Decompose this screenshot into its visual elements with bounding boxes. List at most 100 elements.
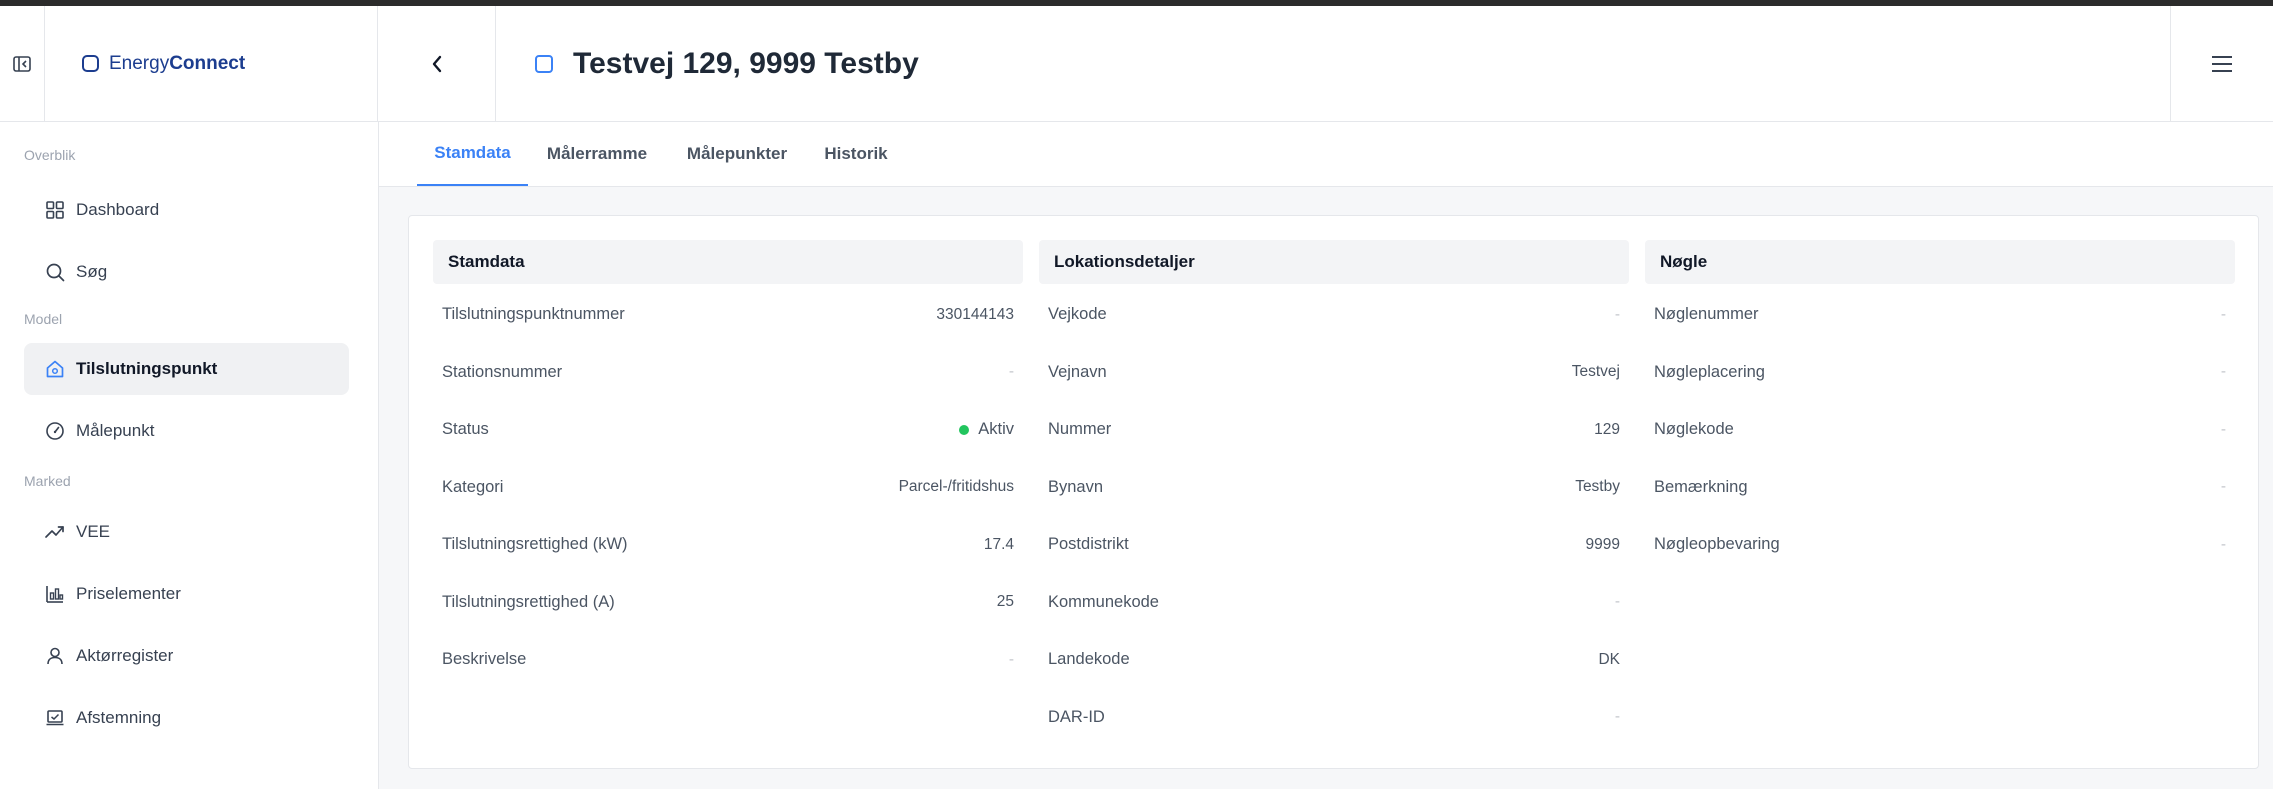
field-row: Nøglenummer - <box>1645 286 2235 344</box>
hamburger-menu-icon <box>2212 55 2232 72</box>
field-label: Kategori <box>442 477 504 496</box>
status-text: Aktiv <box>978 420 1014 439</box>
field-label: Postdistrikt <box>1048 535 1129 554</box>
field-row: Postdistrikt 9999 <box>1039 516 1629 574</box>
sidebar-item-label: Aktørregister <box>76 646 174 665</box>
sidebar-item-priselementer[interactable]: Priselementer <box>24 568 349 620</box>
logo-text: EnergyConnect <box>109 52 246 74</box>
grid-icon <box>44 199 66 221</box>
sidebar-item-soeg[interactable]: Søg <box>24 246 349 298</box>
field-label: Bynavn <box>1048 477 1104 496</box>
field-label: Tilslutningsrettighed (A) <box>442 592 615 611</box>
field-value: - <box>2220 535 2226 553</box>
field-row: Kommunekode - <box>1039 574 1629 632</box>
sidebar-item-vee[interactable]: VEE <box>24 506 349 558</box>
field-row: DAR-ID - <box>1039 689 1629 747</box>
field-value: - <box>2220 363 2226 381</box>
field-row: Nøgleplacering - <box>1645 344 2235 402</box>
field-row: Kategori Parcel-/fritidshus <box>433 459 1023 517</box>
field-row: Beskrivelse - <box>433 631 1023 689</box>
sidebar-item-tilslutningspunkt[interactable]: Tilslutningspunkt <box>24 343 349 395</box>
field-value: 9999 <box>1585 535 1620 553</box>
search-icon <box>44 261 66 283</box>
field-row: Tilslutningspunktnummer 330144143 <box>433 286 1023 344</box>
field-label: Nøglenummer <box>1654 305 1759 324</box>
sidebar: Overblik Dashboard Søg Model Tilslutning… <box>0 122 379 789</box>
field-row: Landekode DK <box>1039 631 1629 689</box>
field-label: Bemærkning <box>1654 477 1748 496</box>
sidebar-item-label: Dashboard <box>76 200 160 219</box>
panel-title: Nøgle <box>1645 240 2235 284</box>
field-value: - <box>2220 478 2226 496</box>
field-value: 129 <box>1594 420 1620 438</box>
sidebar-item-label: Målepunkt <box>76 421 155 440</box>
menu-button[interactable] <box>2171 6 2273 121</box>
field-label: Vejkode <box>1048 305 1107 324</box>
field-value: - <box>1614 593 1620 611</box>
field-value: - <box>1614 305 1620 323</box>
field-row: Vejkode - <box>1039 286 1629 344</box>
sidebar-item-aktoerregister[interactable]: Aktørregister <box>24 630 349 682</box>
field-row: Bynavn Testby <box>1039 459 1629 517</box>
field-value: 25 <box>996 593 1014 611</box>
field-value: Testvej <box>1571 363 1620 381</box>
sidebar-item-afstemning[interactable]: Afstemning <box>24 692 349 744</box>
field-label: Status <box>442 420 489 439</box>
sidebar-item-label: Søg <box>76 262 108 281</box>
collapse-sidebar-button[interactable] <box>0 6 45 121</box>
field-row: Stationsnummer - <box>433 344 1023 402</box>
field-label: DAR-ID <box>1048 707 1105 726</box>
tab-maalepunkter[interactable]: Målepunkter <box>674 122 800 186</box>
field-value: - <box>2220 420 2226 438</box>
sidebar-item-label: Afstemning <box>76 708 162 727</box>
section-label-marked: Marked <box>24 473 71 489</box>
sidebar-item-dashboard[interactable]: Dashboard <box>24 184 349 236</box>
back-button[interactable] <box>378 6 496 121</box>
field-row: Tilslutningsrettighed (kW) 17.4 <box>433 516 1023 574</box>
field-row: Nummer 129 <box>1039 401 1629 459</box>
logo[interactable]: EnergyConnect <box>44 6 378 121</box>
field-label: Tilslutningspunktnummer <box>442 305 625 324</box>
tab-maalerramme[interactable]: Målerramme <box>539 122 655 186</box>
field-value: DK <box>1598 650 1620 668</box>
user-icon <box>44 645 66 667</box>
field-label: Nøgleplacering <box>1654 362 1765 381</box>
logo-mark-icon <box>82 55 99 72</box>
panel-stamdata: Stamdata Tilslutningspunktnummer 33014414… <box>433 240 1023 704</box>
panel-noegle: Nøgle Nøglenummer - Nøgleplacering - Nøgle… <box>1645 240 2235 589</box>
tab-bar: Stamdata Målerramme Målepunkter Historik <box>379 122 2273 187</box>
status-badge: Aktiv <box>959 420 1014 439</box>
field-row: Tilslutningsrettighed (A) 25 <box>433 574 1023 632</box>
details-card: Stamdata Tilslutningspunktnummer 33014414… <box>408 215 2259 769</box>
field-label: Vejnavn <box>1048 362 1107 381</box>
field-row: Vejnavn Testvej <box>1039 344 1629 402</box>
field-row: Status Aktiv <box>433 401 1023 459</box>
field-row: Nøglekode - <box>1645 401 2235 459</box>
sidebar-item-maalepunkt[interactable]: Målepunkt <box>24 405 349 457</box>
sidebar-item-label: Priselementer <box>76 584 181 603</box>
sidebar-collapse-icon <box>13 55 31 72</box>
field-value: 17.4 <box>983 535 1014 553</box>
section-label-overblik: Overblik <box>24 147 76 163</box>
panel-title: Lokationsdetaljer <box>1039 240 1629 284</box>
connection-point-icon <box>535 54 553 73</box>
gauge-icon <box>44 420 66 442</box>
trend-icon <box>44 521 66 543</box>
field-value: - <box>1614 708 1620 726</box>
field-value: - <box>1008 363 1014 381</box>
page-title-bar: Testvej 129, 9999 Testby <box>495 6 2171 121</box>
app-header: EnergyConnect Testvej 129, 9999 Testby <box>0 6 2273 122</box>
sidebar-item-label: VEE <box>76 522 111 541</box>
chevron-left-icon <box>432 55 441 72</box>
field-label: Nøgleopbevaring <box>1654 535 1780 554</box>
field-label: Nøglekode <box>1654 420 1734 439</box>
tab-historik[interactable]: Historik <box>811 122 901 186</box>
field-row: Nøgleopbevaring - <box>1645 516 2235 574</box>
tab-stamdata[interactable]: Stamdata <box>417 122 528 186</box>
page-title: Testvej 129, 9999 Testby <box>573 46 919 80</box>
field-label: Stationsnummer <box>442 362 563 381</box>
chart-icon <box>44 583 66 605</box>
field-value: - <box>2220 305 2226 323</box>
field-value: - <box>1008 650 1014 668</box>
field-value: 330144143 <box>936 305 1014 323</box>
